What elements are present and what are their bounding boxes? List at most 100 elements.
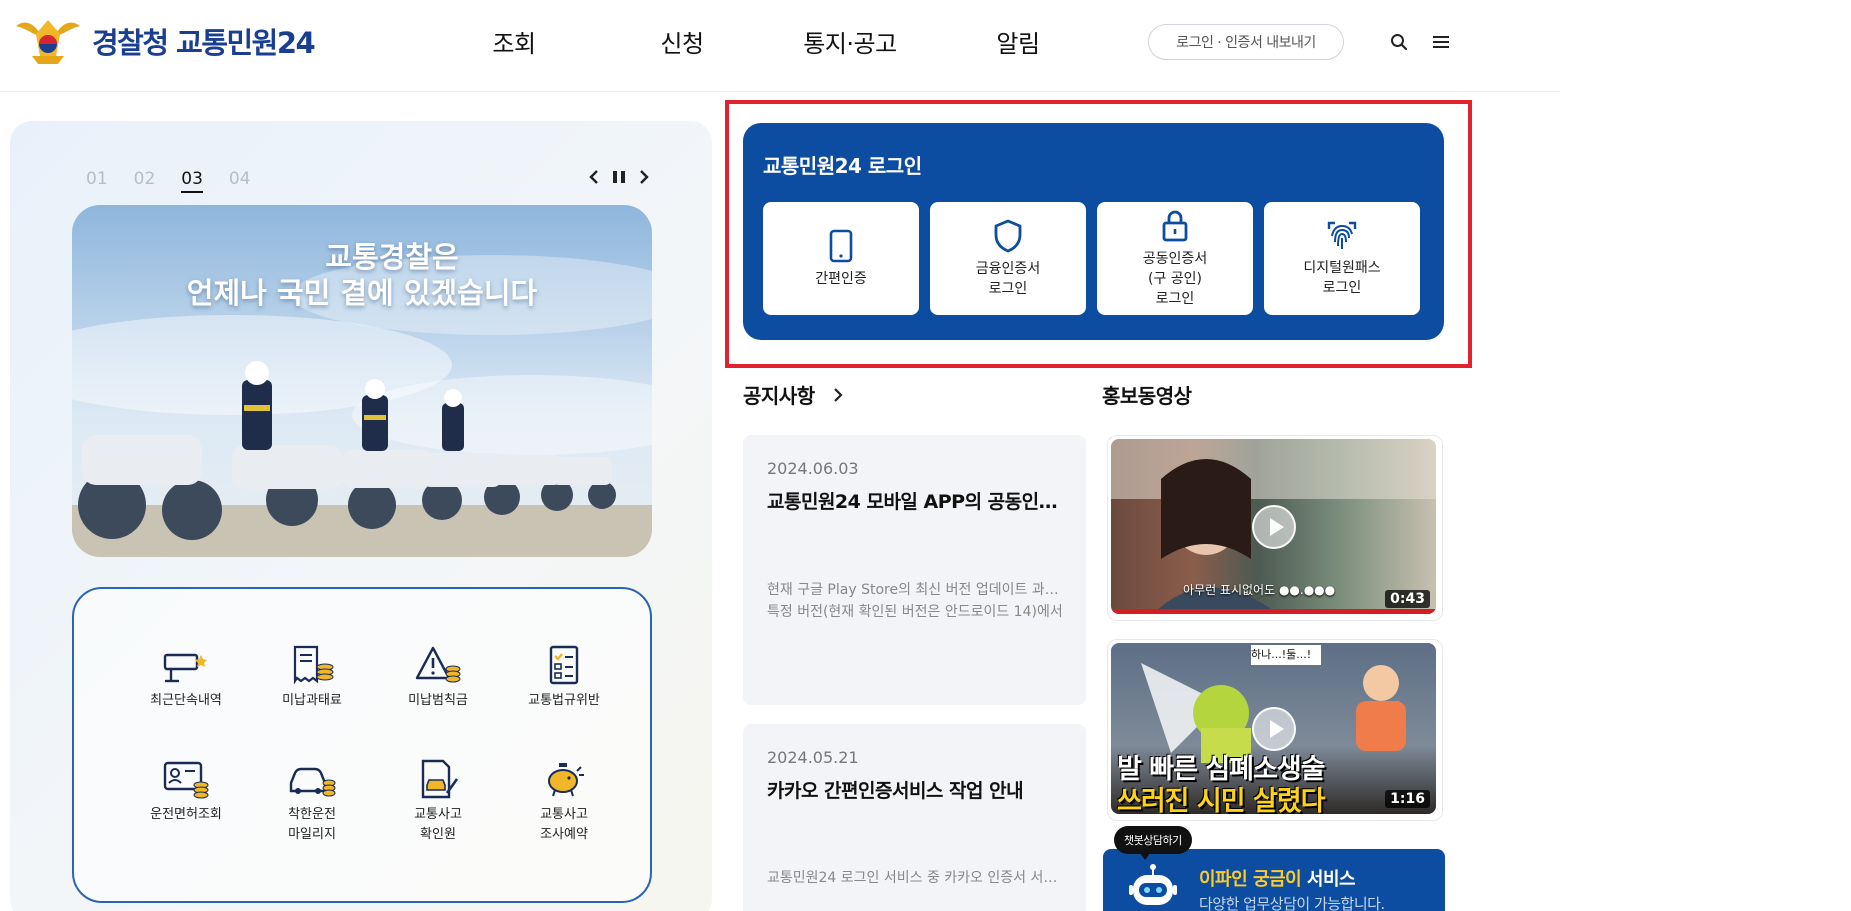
shield-icon (994, 219, 1022, 252)
video-thumbnail[interactable]: 아무런 표시없어도 ●●.●●● 0:43 (1107, 435, 1443, 621)
quick-label-1: 착한운전 (288, 807, 336, 822)
notice-summary-line: 현재 구글 Play Store의 최신 버전 업데이트 과정에서 (767, 582, 1067, 598)
banner-headline: 교통경찰은 언제나 국민 곁에 있겠습니다 (72, 239, 652, 311)
quick-label-2: 확인원 (420, 827, 456, 842)
login-btn-label-1: 디지털원패스 (1303, 259, 1381, 276)
hero-banner[interactable]: 교통경찰은 언제나 국민 곁에 있겠습니다 (72, 205, 652, 557)
notice-summary-line: 특정 버전(현재 확인된 버전은 안드로이드 14)에서 (767, 604, 1063, 620)
quick-label: 미납과태료 (282, 693, 342, 708)
notice-section-header[interactable]: 공지사항 (743, 380, 843, 409)
quick-unpaid-penalties[interactable]: 미납범칙금 (378, 645, 498, 711)
chatbot-banner[interactable]: 이파인 궁금이 서비스 다양한 업무상담이 가능합니다. (1103, 849, 1445, 911)
login-btn-label-2: 로그인 (988, 280, 1028, 297)
quick-accident-investigation-booking[interactable]: 교통사고 조사예약 (504, 759, 624, 845)
quick-traffic-violation[interactable]: 교통법규위반 (504, 645, 624, 711)
slide-controls (588, 169, 650, 185)
car-coins-icon (289, 767, 336, 797)
id-card-icon (163, 761, 209, 799)
site-title: 경찰청 교통민원24 (92, 26, 316, 60)
notice-title: 카카오 간편인증서비스 작업 안내 (767, 780, 1024, 802)
quick-license-inquiry[interactable]: 운전면허조회 (126, 759, 246, 825)
quick-unpaid-fines[interactable]: 미납과태료 (252, 645, 372, 711)
pause-icon[interactable] (612, 169, 626, 185)
video-section-title: 홍보동영상 (1102, 384, 1192, 408)
quick-label-2: 마일리지 (288, 827, 336, 842)
login-btn-label-1: 공동인증서 (1142, 250, 1208, 267)
notice-card[interactable]: 2024.06.03 교통민원24 모바일 APP의 공동인증서 현재 구글 P… (743, 435, 1086, 705)
play-icon (1251, 504, 1296, 549)
financial-cert-login-button[interactable]: 금융인증서 로그인 (930, 202, 1086, 315)
chatbot-title: 이파인 궁금이 서비스 (1199, 865, 1356, 891)
quick-label-1: 교통사고 (540, 807, 588, 822)
site-header: 경찰청 교통민원24 조회 신청 통지·공고 알림 로그인 · 인증서 내보내기 (0, 0, 1560, 92)
notice-summary: 교통민원24 로그인 서비스 중 카카오 인증서 서비스가 (767, 867, 1067, 889)
quick-good-driving-mileage[interactable]: 착한운전 마일리지 (252, 759, 372, 845)
banner-line-2: 언제나 국민 곁에 있겠습니다 (186, 276, 538, 310)
quick-label: 운전면허조회 (150, 807, 222, 822)
login-panel: 교통민원24 로그인 간편인증 금융인증서 로그인 공동인증서 (구 공인) 로… (743, 123, 1444, 340)
notice-date: 2024.05.21 (767, 748, 859, 767)
login-btn-label-1: 금융인증서 (975, 260, 1041, 277)
notice-title: 교통민원24 모바일 APP의 공동인증서 (767, 491, 1067, 513)
camera-icon (163, 653, 207, 683)
video-tag: 하나...!둘...! (1251, 648, 1312, 661)
left-panel: 01 02 03 04 교통경찰은 언제나 국민 곁에 있겠습니다 최근단속내역… (10, 121, 712, 911)
search-icon[interactable] (1386, 29, 1412, 55)
notice-card[interactable]: 2024.05.21 카카오 간편인증서비스 작업 안내 교통민원24 로그인 … (743, 724, 1086, 911)
video-duration: 1:16 (1385, 790, 1430, 808)
chevron-right-icon[interactable] (638, 169, 650, 185)
notice-date: 2024.06.03 (767, 459, 859, 478)
slide-page-4[interactable]: 04 (229, 169, 251, 193)
lock-icon (1162, 210, 1188, 241)
chatbot-subtitle: 다양한 업무상담이 가능합니다. (1199, 895, 1385, 911)
chevron-right-icon (833, 387, 843, 402)
banner-line-1: 교통경찰은 (325, 240, 459, 274)
login-btn-label-2: 로그인 (1322, 279, 1362, 296)
fingerprint-icon (1327, 221, 1357, 249)
login-export-button[interactable]: 로그인 · 인증서 내보내기 (1148, 24, 1344, 60)
nav-application[interactable]: 신청 (598, 24, 766, 59)
slide-pagination: 01 02 03 04 (86, 169, 251, 193)
nav-alerts[interactable]: 알림 (934, 24, 1102, 59)
document-car-icon (421, 759, 459, 799)
warning-coins-icon (415, 646, 461, 683)
quick-label-1: 교통사고 (414, 807, 462, 822)
chatbot-tooltip[interactable]: 챗봇상담하기 (1114, 826, 1192, 860)
piggy-bank-icon (548, 763, 584, 797)
robot-icon (1129, 864, 1177, 905)
notice-section-title: 공지사항 (743, 384, 815, 408)
login-title: 교통민원24 로그인 (763, 154, 922, 178)
login-btn-label-2: (구 공인) (1147, 270, 1202, 287)
video-thumbnail[interactable]: 하나...!둘...! 발 빠른 심폐소생술 쓰러진 시민 살렸다 1:16 (1107, 639, 1443, 821)
joint-cert-login-button[interactable]: 공동인증서 (구 공인) 로그인 (1097, 202, 1253, 315)
quick-label: 최근단속내역 (150, 693, 222, 708)
menu-icon[interactable] (1428, 29, 1454, 55)
checklist-icon (549, 645, 579, 685)
video-caption-line-2: 쓰러진 시민 살렸다 (1117, 786, 1326, 814)
notice-summary: 현재 구글 Play Store의 최신 버전 업데이트 과정에서 특정 버전(… (767, 579, 1067, 623)
quick-label-2: 조사예약 (540, 827, 588, 842)
quick-label: 미납범칙금 (408, 693, 468, 708)
simple-auth-button[interactable]: 간편인증 (763, 202, 919, 315)
video-caption: 아무런 표시없어도 ●●.●●● (1183, 583, 1336, 597)
slide-page-2[interactable]: 02 (134, 169, 156, 193)
digital-onepass-login-button[interactable]: 디지털원패스 로그인 (1264, 202, 1420, 315)
chatbot-title-rest: 서비스 (1301, 869, 1356, 890)
video-duration: 0:43 (1385, 590, 1430, 608)
receipt-coins-icon (293, 645, 334, 685)
play-icon (1251, 706, 1296, 751)
quick-recent-enforcement[interactable]: 최근단속내역 (126, 645, 246, 711)
quick-menu: 최근단속내역 미납과태료 미납범칙금 교통법규위반 운전면허조회 착한운전 마일… (72, 587, 652, 903)
chatbot-title-highlight: 이파인 궁금이 (1199, 869, 1302, 890)
police-emblem-icon (16, 20, 80, 64)
login-btn-label: 간편인증 (815, 270, 867, 287)
slide-page-3[interactable]: 03 (181, 169, 203, 193)
chevron-left-icon[interactable] (588, 169, 600, 185)
login-btn-label-3: 로그인 (1155, 290, 1195, 307)
quick-accident-certificate[interactable]: 교통사고 확인원 (378, 759, 498, 845)
site-logo[interactable]: 경찰청 교통민원24 (12, 16, 316, 66)
slide-page-1[interactable]: 01 (86, 169, 108, 193)
main-nav: 조회 신청 통지·공고 알림 (430, 24, 1102, 59)
nav-notice-announce[interactable]: 통지·공고 (766, 24, 934, 59)
nav-inquiry[interactable]: 조회 (430, 24, 598, 59)
